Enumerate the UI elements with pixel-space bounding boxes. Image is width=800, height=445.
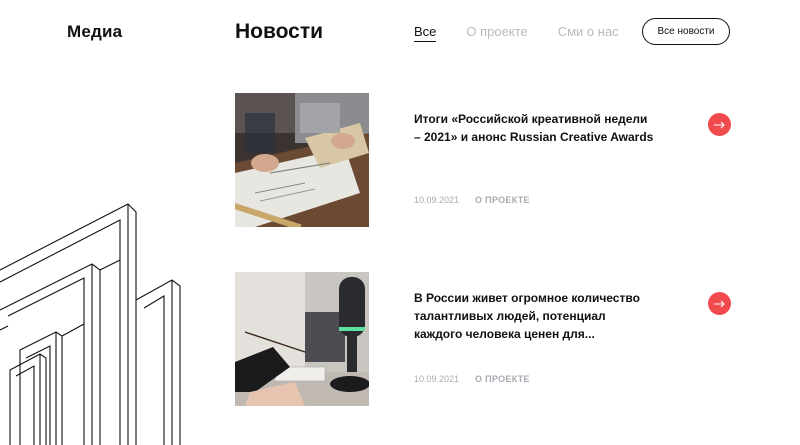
open-news-button[interactable] [708, 113, 731, 136]
news-meta: 10.09.2021 О ПРОЕКТЕ [414, 374, 530, 384]
news-title[interactable]: Итоги «Российской креативной недели – 20… [414, 110, 654, 146]
tab-media-about-us[interactable]: Сми о нас [558, 24, 619, 42]
all-news-button[interactable]: Все новости [642, 18, 730, 45]
arrow-right-icon [714, 121, 725, 128]
news-category-tag[interactable]: О ПРОЕКТЕ [475, 195, 530, 205]
news-thumbnail-microphone[interactable] [235, 272, 369, 406]
news-category-tag[interactable]: О ПРОЕКТЕ [475, 374, 530, 384]
news-thumbnail-architect-drawing[interactable] [235, 93, 369, 227]
page-title: Новости [235, 20, 324, 43]
news-item[interactable]: В России живет огромное количество талан… [235, 272, 735, 406]
news-date: 10.09.2021 [414, 195, 460, 205]
decorative-building-lines-illustration [0, 203, 181, 445]
open-news-button[interactable] [708, 292, 731, 315]
filter-tabs: Все О проекте Сми о нас [414, 24, 649, 42]
section-label: Медиа [67, 22, 123, 41]
arrow-right-icon [714, 300, 725, 307]
tab-all[interactable]: Все [414, 24, 437, 42]
news-meta: 10.09.2021 О ПРОЕКТЕ [414, 195, 530, 205]
news-date: 10.09.2021 [414, 374, 460, 384]
tab-about-project[interactable]: О проекте [466, 24, 527, 42]
news-item[interactable]: Итоги «Российской креативной недели – 20… [235, 93, 735, 227]
news-title[interactable]: В России живет огромное количество талан… [414, 289, 654, 343]
